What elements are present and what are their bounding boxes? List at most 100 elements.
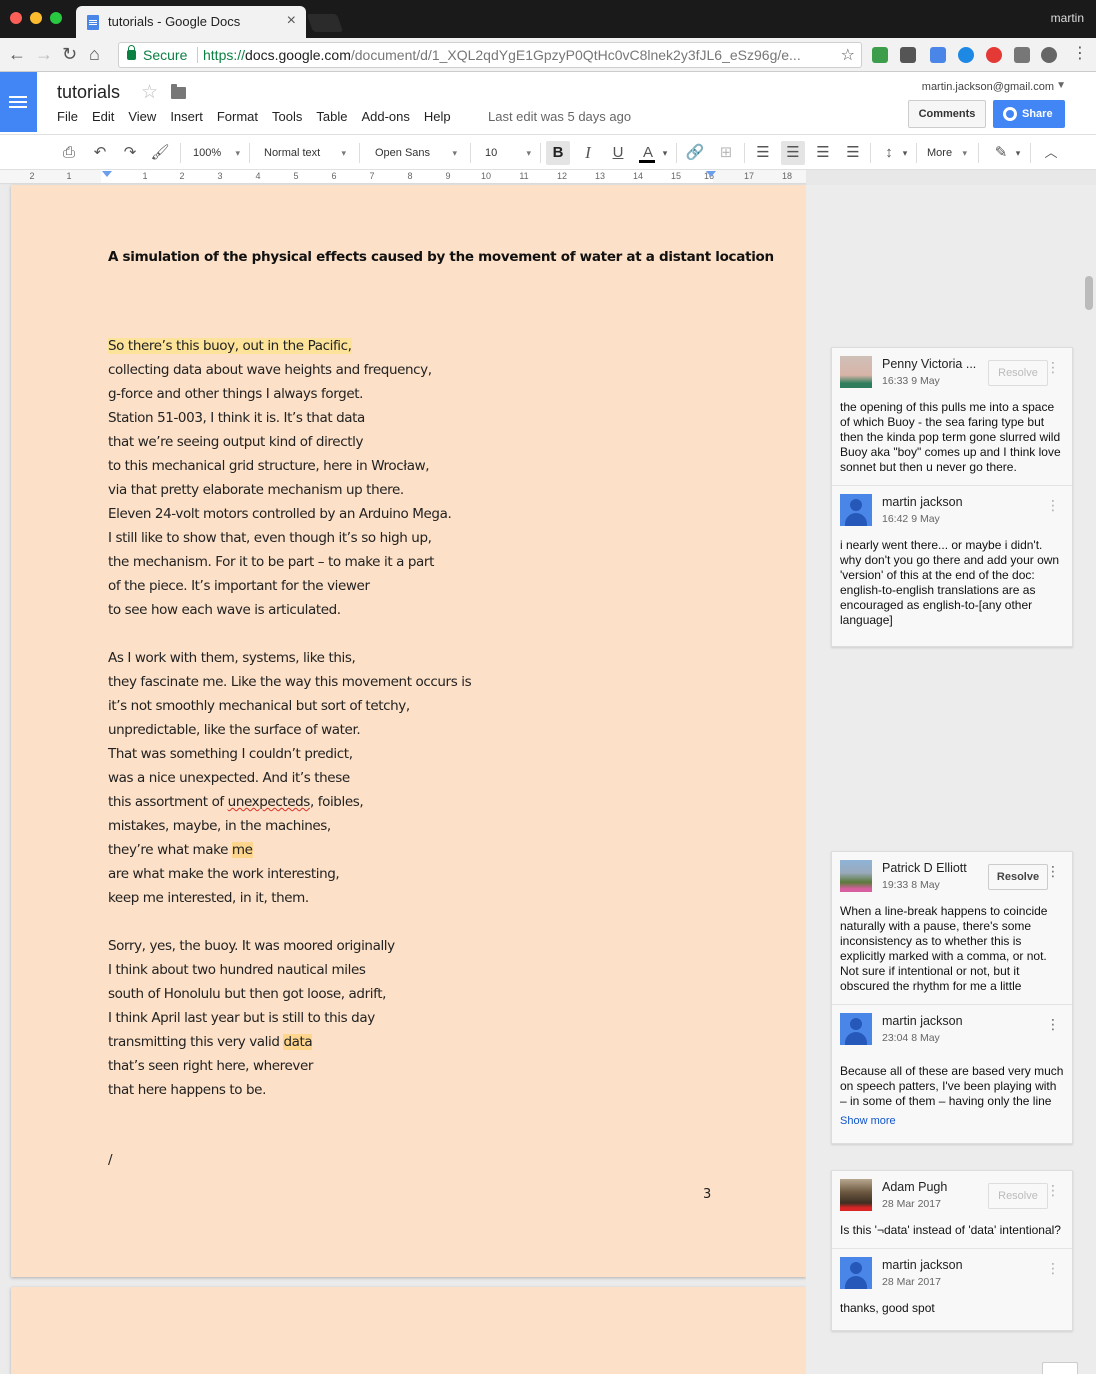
browser-profile-name[interactable]: martin (1051, 11, 1084, 25)
folder-icon[interactable] (171, 84, 186, 99)
browser-menu-icon[interactable]: ⋮ (1072, 44, 1088, 64)
ruler-number: 18 (781, 171, 792, 181)
style-select[interactable]: Normal text (264, 141, 346, 165)
comment-thread[interactable]: Patrick D Elliott 19:33 8 May Resolve ⋮ … (831, 851, 1073, 1144)
poem-line: Eleven 24-volt motors controlled by an A… (108, 506, 452, 522)
extension-google-translate-icon[interactable] (930, 47, 946, 63)
resolve-button[interactable]: Resolve (988, 360, 1048, 386)
url-text[interactable]: https://docs.google.com/document/d/1_XQL… (203, 47, 823, 63)
text-color-button[interactable]: A (637, 141, 659, 165)
text-color-swatch (639, 160, 655, 163)
more-options-icon[interactable]: ⋮ (1046, 498, 1060, 512)
ruler-number: 15 (670, 171, 681, 181)
docs-home-icon[interactable] (0, 72, 37, 132)
align-left-icon[interactable]: ☰ (752, 141, 774, 165)
comment-date: 16:33 9 May (882, 375, 940, 387)
comment-thread[interactable]: Adam Pugh 28 Mar 2017 Resolve ⋮ Is this … (831, 1170, 1073, 1331)
menu-file[interactable]: File (57, 109, 78, 124)
more-options-icon[interactable]: ⋮ (1046, 864, 1060, 878)
last-edit-link[interactable]: Last edit was 5 days ago (488, 109, 631, 124)
reload-icon[interactable]: ↻ (62, 44, 77, 64)
editing-mode-caret-icon[interactable]: ▾ (1013, 141, 1023, 165)
account-caret-icon[interactable]: ▼ (1056, 80, 1066, 91)
menu-format[interactable]: Format (217, 109, 258, 124)
menu-insert[interactable]: Insert (170, 109, 203, 124)
maximize-window-button[interactable] (50, 12, 62, 24)
line-spacing-icon[interactable]: ↕ (878, 141, 900, 165)
document-page[interactable]: A simulation of the physical effects cau… (11, 185, 806, 1277)
menu-tools[interactable]: Tools (272, 109, 302, 124)
tab-close-icon[interactable]: × (287, 12, 296, 30)
extension-drive-icon[interactable] (1041, 47, 1057, 63)
close-window-button[interactable] (10, 12, 22, 24)
more-button[interactable]: More (927, 141, 967, 165)
zoom-select[interactable]: 100% (193, 141, 240, 165)
back-arrow-icon[interactable]: ← (8, 44, 26, 64)
print-icon[interactable]: ⎙ (58, 141, 80, 165)
highlighted-text[interactable]: So there’s this buoy, out in the Pacific… (108, 338, 352, 354)
underline-button[interactable]: U (607, 141, 629, 165)
address-bar[interactable]: Secure https://docs.google.com/document/… (118, 42, 862, 68)
comments-button[interactable]: Comments (908, 100, 986, 128)
comment: Patrick D Elliott 19:33 8 May Resolve ⋮ … (832, 852, 1072, 1005)
more-options-icon[interactable]: ⋮ (1046, 1017, 1060, 1031)
comment-text: Because all of these are based very much… (840, 1064, 1064, 1108)
line-spacing-caret-icon[interactable]: ▾ (900, 141, 910, 165)
bold-button[interactable]: B (546, 141, 570, 165)
document-page-next[interactable] (11, 1287, 806, 1374)
add-comment-icon[interactable]: ⊞ (715, 141, 737, 165)
browser-tab[interactable]: tutorials - Google Docs × (76, 6, 306, 38)
menu-view[interactable]: View (128, 109, 156, 124)
menu-edit[interactable]: Edit (92, 109, 114, 124)
redo-icon[interactable]: ↷ (119, 141, 141, 165)
font-size-select[interactable]: 10 (485, 141, 531, 165)
extension-bank-icon[interactable] (958, 47, 974, 63)
editing-mode-pencil-icon[interactable]: ✎ (990, 141, 1012, 165)
highlighted-text[interactable]: me (231, 842, 253, 858)
doc-title[interactable]: tutorials (57, 82, 120, 103)
star-icon[interactable]: ☆ (141, 81, 158, 104)
show-more-link[interactable]: Show more (840, 1115, 1064, 1127)
extension-adblock-icon[interactable] (986, 47, 1002, 63)
forward-arrow-icon[interactable]: → (35, 44, 53, 64)
home-icon[interactable]: ⌂ (89, 44, 100, 64)
extension-evernote-icon[interactable] (872, 47, 888, 63)
comment-thread[interactable]: Penny Victoria ... 16:33 9 May Resolve ⋮… (831, 347, 1073, 647)
misspelled-word[interactable]: unexpecteds (228, 794, 311, 810)
explore-button[interactable] (1042, 1362, 1078, 1374)
resolve-button[interactable]: Resolve (988, 1183, 1048, 1209)
poem-line: I think April last year but is still to … (108, 1010, 375, 1026)
poem-line: via that pretty elaborate mechanism up t… (108, 482, 404, 498)
align-right-icon[interactable]: ☰ (812, 141, 834, 165)
more-options-icon[interactable]: ⋮ (1046, 1183, 1060, 1197)
collapse-menus-icon[interactable]: ︿ (1040, 141, 1062, 165)
text-color-caret-icon[interactable]: ▾ (660, 141, 670, 165)
menu-help[interactable]: Help (424, 109, 451, 124)
comment-text: When a line-break happens to coincide na… (840, 904, 1048, 993)
resolve-button[interactable]: Resolve (988, 864, 1048, 890)
avatar (840, 1257, 872, 1289)
undo-icon[interactable]: ↶ (89, 141, 111, 165)
ruler-number: 5 (293, 171, 299, 181)
extension-translate-icon[interactable] (900, 47, 916, 63)
scrollbar-thumb[interactable] (1085, 276, 1093, 310)
paint-format-icon[interactable]: 🖌 (149, 141, 171, 165)
justify-icon[interactable]: ☰ (842, 141, 864, 165)
new-tab-button[interactable] (306, 14, 344, 32)
font-select[interactable]: Open Sans (375, 141, 457, 165)
more-options-icon[interactable]: ⋮ (1046, 360, 1060, 374)
highlighted-text[interactable]: data (283, 1034, 313, 1050)
share-button[interactable]: Share (993, 100, 1065, 128)
account-email[interactable]: martin.jackson@gmail.com (922, 81, 1054, 93)
left-indent-marker[interactable] (102, 171, 112, 177)
minimize-window-button[interactable] (30, 12, 42, 24)
italic-button[interactable]: I (577, 141, 599, 165)
align-center-icon[interactable]: ☰ (781, 141, 805, 165)
more-options-icon[interactable]: ⋮ (1046, 1261, 1060, 1275)
menu-addons[interactable]: Add-ons (361, 109, 409, 124)
insert-link-icon[interactable]: 🔗 (684, 141, 706, 165)
right-indent-marker[interactable] (706, 171, 716, 177)
menu-table[interactable]: Table (316, 109, 347, 124)
extension-camera-icon[interactable] (1014, 47, 1030, 63)
bookmark-star-icon[interactable]: ☆ (841, 45, 855, 65)
